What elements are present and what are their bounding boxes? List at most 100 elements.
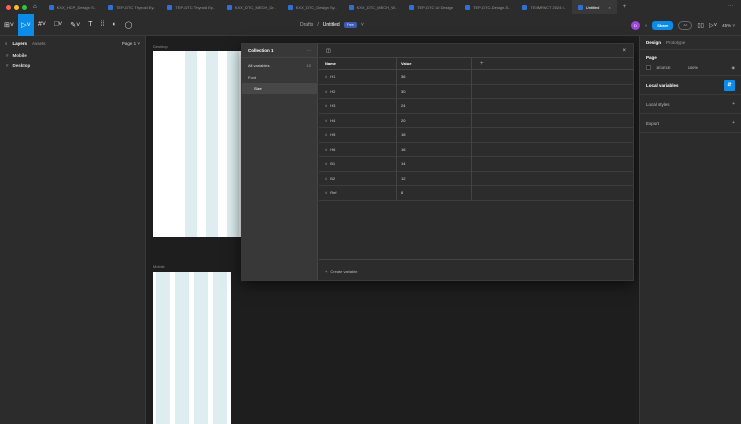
color-swatch[interactable]	[646, 65, 651, 70]
variable-value[interactable]: 16	[396, 142, 471, 157]
chevron-down-icon[interactable]: ˅	[645, 23, 647, 28]
create-variable-button[interactable]: + Create variable	[325, 269, 357, 274]
mobile-frame[interactable]	[153, 272, 231, 424]
open-variables-icon[interactable]: ⇵	[724, 79, 735, 91]
figma-file-icon	[287, 4, 293, 10]
library-icon[interactable]: ▯▯	[697, 22, 704, 29]
table-row[interactable]: # Ref 8	[319, 185, 633, 201]
tab-layers[interactable]: Layers	[13, 41, 28, 46]
present-icon[interactable]: ▷˅	[709, 22, 717, 29]
group-item-size[interactable]: Size	[242, 83, 317, 94]
desktop-frame[interactable]	[153, 51, 253, 237]
variable-value[interactable]: 12	[396, 171, 471, 186]
close-icon[interactable]: ×	[622, 48, 626, 54]
column-header-value[interactable]: Value	[396, 57, 471, 70]
add-mode-icon[interactable]: +	[471, 57, 484, 70]
export-row[interactable]: Export +	[640, 114, 741, 133]
page-color-value[interactable]: 1E1E1E	[656, 65, 671, 70]
tab-assets[interactable]: Assets	[32, 41, 46, 46]
table-row[interactable]: # H6 16	[319, 142, 633, 157]
hand-tool-icon[interactable]: ◐	[108, 14, 120, 36]
variable-name[interactable]: B1	[330, 161, 335, 166]
page-opacity-value[interactable]: 100%	[688, 65, 698, 70]
file-tab[interactable]: KXX_DTC_MECH_Dr..	[221, 0, 282, 14]
shape-tool-icon[interactable]: □˅	[50, 14, 66, 36]
minimize-window-button[interactable]	[14, 4, 19, 10]
more-icon[interactable]: ···	[728, 3, 733, 9]
variable-name[interactable]: H4	[330, 118, 335, 123]
variable-value[interactable]: 24	[396, 98, 471, 113]
table-row[interactable]: # H2 30	[319, 84, 633, 99]
variable-value[interactable]: 30	[396, 84, 471, 99]
variable-name[interactable]: H5	[330, 132, 335, 137]
add-style-icon[interactable]: +	[732, 101, 735, 107]
avatar[interactable]: D	[630, 20, 640, 30]
add-export-icon[interactable]: +	[732, 120, 735, 126]
variables-modal: Collection 1 ··· All variables 10 Font S…	[241, 43, 634, 281]
eye-icon[interactable]: ◉	[732, 65, 736, 70]
page-fill-row[interactable]: 1E1E1E 100% ◉	[646, 65, 735, 70]
search-icon[interactable]: ⌕	[5, 41, 8, 46]
file-tab-label: KXX_DTC_MECH_W..	[356, 4, 398, 10]
ai-icon[interactable]: AA	[678, 20, 693, 30]
variable-name[interactable]: H6	[330, 147, 335, 152]
variable-value[interactable]: 18	[396, 127, 471, 142]
page-selector[interactable]: Page 1 ˅	[122, 41, 140, 46]
tab-design[interactable]: Design	[646, 40, 661, 45]
main-menu-icon[interactable]: ⊞˅	[0, 14, 18, 36]
tab-prototype[interactable]: Prototype	[666, 40, 685, 45]
pen-tool-icon[interactable]: ✎˅	[66, 14, 84, 36]
file-tab[interactable]: KXX_HCP_Design S..	[43, 0, 102, 14]
variable-name[interactable]: H3	[330, 103, 335, 108]
variable-value[interactable]: 36	[396, 69, 471, 84]
desktop-frame-label[interactable]: Desktop	[153, 44, 168, 49]
close-tab-icon[interactable]: ×	[608, 5, 610, 10]
file-tab[interactable]: TEP-DTC Thyroid Ey..	[161, 0, 220, 14]
collection-name[interactable]: Collection 1	[248, 48, 274, 53]
file-tab[interactable]: TEP-DTC-Design-S..	[459, 0, 516, 14]
collection-menu-icon[interactable]: ···	[307, 48, 312, 53]
table-row[interactable]: # B2 12	[319, 171, 633, 186]
table-row[interactable]: # H3 24	[319, 98, 633, 114]
file-tab[interactable]: TEIIMPACT 2024 I..	[516, 0, 571, 14]
text-tool-icon[interactable]: T	[84, 14, 96, 36]
group-item-font[interactable]: Font	[242, 72, 317, 83]
variable-value[interactable]: 8	[396, 185, 471, 200]
close-window-button[interactable]	[6, 4, 11, 10]
frame-tool-icon[interactable]: #˅	[34, 14, 50, 36]
collection-header[interactable]: Collection 1 ···	[242, 44, 317, 58]
file-tab[interactable]: TEP-DTC UI Design	[403, 0, 459, 14]
table-row[interactable]: # H1 36	[319, 69, 633, 85]
maximize-window-button[interactable]	[22, 4, 27, 10]
file-name[interactable]: Untitled	[323, 22, 340, 28]
layer-item-mobile[interactable]: # Mobile	[0, 50, 145, 60]
breadcrumb-drafts[interactable]: Drafts	[300, 22, 313, 28]
all-variables-item[interactable]: All variables 10	[242, 58, 317, 72]
home-icon[interactable]: ⌂	[33, 4, 37, 10]
move-tool-icon[interactable]: ▷˅	[17, 13, 34, 36]
layer-item-desktop[interactable]: # Desktop	[0, 60, 145, 70]
chevron-down-icon[interactable]: ˅	[361, 22, 364, 28]
table-row[interactable]: # H4 20	[319, 113, 633, 128]
comment-tool-icon[interactable]: ◯	[121, 14, 137, 36]
variable-value[interactable]: 14	[396, 156, 471, 171]
file-tab-active[interactable]: Untitled ×	[571, 0, 617, 14]
toggle-sidebar-icon[interactable]: ◫	[326, 48, 331, 54]
variable-name[interactable]: H2	[330, 89, 335, 94]
variable-name[interactable]: B2	[330, 176, 335, 181]
mobile-frame-label[interactable]: Mobile	[153, 264, 165, 269]
variable-name[interactable]: H1	[330, 74, 335, 79]
file-tab[interactable]: KXX_DTC_Design Sy..	[282, 0, 343, 14]
zoom-level[interactable]: 45% ˅	[722, 23, 735, 28]
local-styles-row[interactable]: Local styles +	[640, 95, 741, 114]
table-row[interactable]: # H5 18	[319, 127, 633, 143]
local-variables-row[interactable]: Local variables ⇵	[640, 76, 741, 95]
share-button[interactable]: Share	[652, 20, 674, 30]
variable-value[interactable]: 20	[396, 113, 471, 128]
variable-name[interactable]: Ref	[330, 190, 336, 195]
new-tab-icon[interactable]: +	[623, 4, 627, 10]
file-tab[interactable]: KXX_DTC_MECH_W..	[343, 0, 403, 14]
resources-tool-icon[interactable]: ⁞⁞	[97, 14, 109, 36]
file-tab[interactable]: TEP-DTC Thyroid Ey..	[102, 0, 161, 14]
table-row[interactable]: # B1 14	[319, 156, 633, 172]
